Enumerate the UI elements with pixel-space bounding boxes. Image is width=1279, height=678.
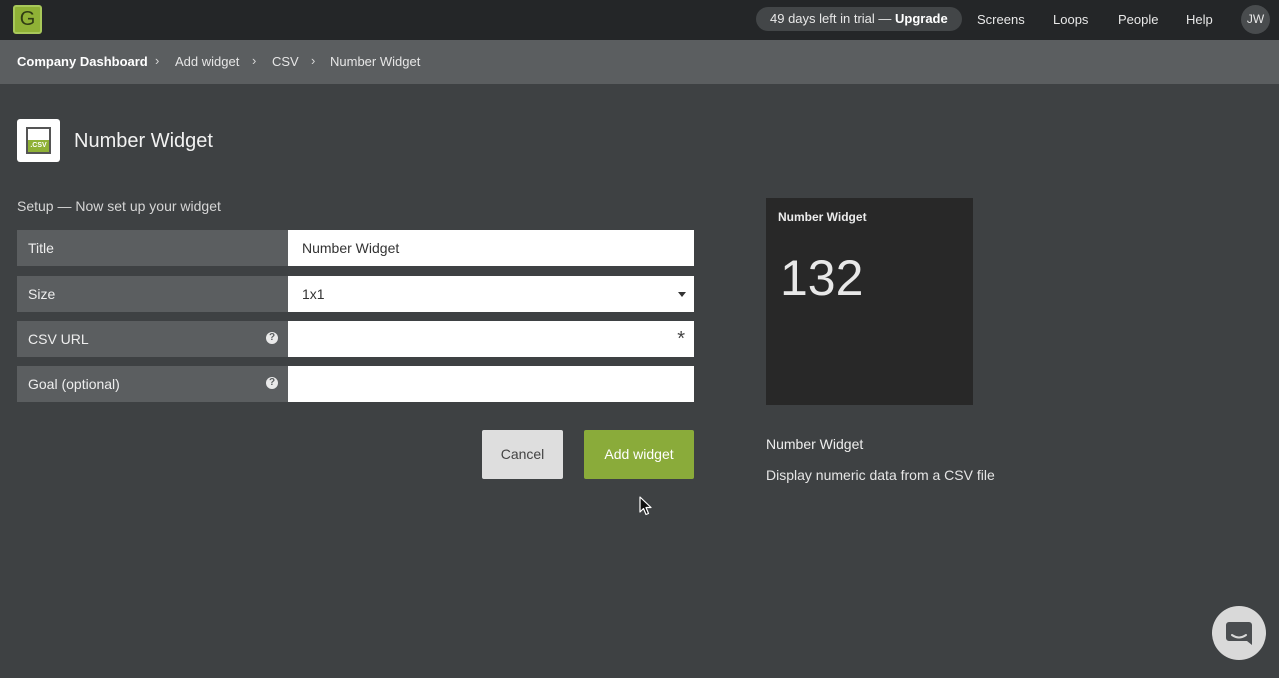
breadcrumb: Company Dashboard › Add widget › CSV › N… [0,40,1279,84]
csv-url-field: * [288,321,694,357]
document-icon: .CSV [26,127,51,154]
avatar[interactable]: JW [1241,5,1270,34]
breadcrumb-number-widget: Number Widget [330,54,421,69]
goal-label: Goal (optional) ? [17,366,288,402]
logo-icon[interactable]: G [13,5,42,34]
widget-description: Display numeric data from a CSV file [766,467,995,483]
widget-preview: Number Widget 132 [766,198,973,405]
widget-name: Number Widget [766,436,864,452]
help-icon[interactable]: ? [266,377,278,389]
add-widget-button[interactable]: Add widget [584,430,694,479]
chevron-right-icon: › [155,53,160,68]
top-bar: G 49 days left in trial — Upgrade Screen… [0,0,1279,40]
page-title: Number Widget [74,130,213,152]
goal-label-text: Goal (optional) [28,376,120,392]
cancel-button[interactable]: Cancel [482,430,563,479]
size-select-value: 1x1 [302,286,325,302]
nav-help[interactable]: Help [1186,11,1213,29]
breadcrumb-company-dashboard[interactable]: Company Dashboard [17,54,148,70]
size-label-text: Size [28,286,56,302]
nav-screens[interactable]: Screens [977,11,1025,29]
chat-icon [1226,622,1252,645]
upgrade-link[interactable]: Upgrade [895,11,948,26]
chevron-right-icon: › [252,53,257,68]
preview-number: 132 [780,250,864,306]
preview-title: Number Widget [778,210,867,224]
goal-input[interactable] [288,366,694,402]
required-asterisk: * [677,328,685,350]
mouse-cursor-icon [639,496,652,516]
title-input[interactable] [288,230,694,266]
csv-url-label-text: CSV URL [28,331,89,347]
size-label: Size [17,276,288,312]
nav-loops[interactable]: Loops [1053,11,1088,29]
setup-label: Setup — Now set up your widget [17,198,221,214]
breadcrumb-add-widget[interactable]: Add widget [175,54,239,70]
help-icon[interactable]: ? [266,332,278,344]
chevron-right-icon: › [311,53,316,68]
chat-launcher-button[interactable] [1212,606,1266,660]
caret-down-icon [678,292,686,297]
csv-file-icon: .CSV [17,119,60,162]
trial-text: 49 days left in trial — [770,11,895,26]
csv-icon-label: .CSV [28,140,49,152]
nav-people[interactable]: People [1118,11,1158,29]
breadcrumb-csv[interactable]: CSV [272,54,299,70]
size-select[interactable]: 1x1 [288,276,694,312]
title-label: Title [17,230,288,266]
trial-upgrade-pill[interactable]: 49 days left in trial — Upgrade [756,7,962,31]
csv-url-input[interactable] [288,321,668,357]
csv-url-label: CSV URL ? [17,321,288,357]
title-label-text: Title [28,240,54,256]
